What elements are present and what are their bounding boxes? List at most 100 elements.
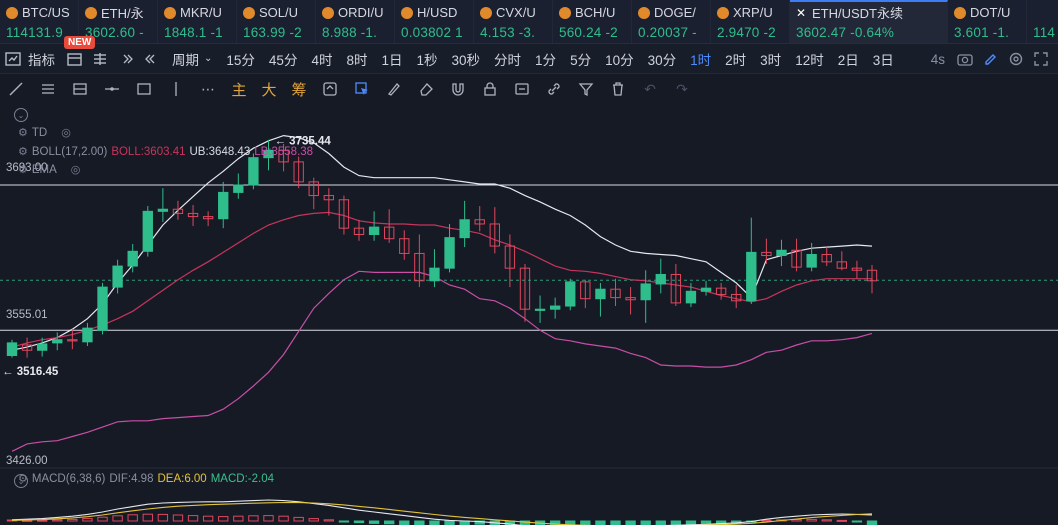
candle-body [112,265,123,288]
ticker-item[interactable]: DOGE/0.20037 - [632,0,711,43]
horizontal-line-icon[interactable] [96,74,128,104]
ticker-symbol: H/USD [417,5,458,20]
interval-13[interactable]: 2时 [718,44,753,74]
trend-line-icon[interactable] [0,74,32,104]
lock-icon[interactable] [474,74,506,104]
undo-icon[interactable]: ↶ [634,74,666,104]
td-label: TD [31,126,48,139]
candle-body [595,288,606,300]
candle-body [685,290,697,304]
macd-bar [368,520,380,524]
ticker-item[interactable]: 114 [1027,0,1058,43]
settings-small-icon[interactable]: ⚙ [18,472,28,485]
zoom-in-icon[interactable] [113,44,139,74]
indicator-button[interactable]: 指标 [26,44,62,74]
boll-name: BOLL(17,2.00) [31,145,108,158]
pencil-icon[interactable] [978,44,1003,74]
collapse-legend-icon[interactable]: ⌄ [14,108,28,122]
parallel-lines-icon[interactable] [32,74,64,104]
large-order-tool[interactable]: 大 [254,74,284,104]
interval-17[interactable]: 3日 [866,44,901,74]
more-icon[interactable]: ⋯ [192,74,224,104]
eraser-icon[interactable] [410,74,442,104]
trash-icon[interactable] [602,74,634,104]
indicator-icon[interactable] [0,44,26,74]
interval-16[interactable]: 2日 [831,44,866,74]
candle-body [565,281,576,307]
ticker-price: 0.03802 1 [401,25,463,40]
hide-drawings-icon[interactable] [506,74,538,104]
settings-small-icon[interactable]: ⚙ [18,145,28,158]
settings-icon[interactable] [1003,44,1029,74]
interval-15[interactable]: 12时 [788,44,831,74]
new-badge: NEW [64,36,96,49]
interval-0[interactable]: 15分 [219,44,262,74]
macd-bar [353,520,365,524]
interval-2[interactable]: 4时 [304,44,339,74]
macd-bar [338,520,350,523]
candle-body [655,273,666,285]
interval-1[interactable]: 45分 [262,44,305,74]
settings-small-icon[interactable]: ⚙ [18,126,28,139]
interval-10[interactable]: 10分 [598,44,641,74]
interval-12[interactable]: 1时 [683,44,718,74]
eye-off-icon[interactable]: ◎ [71,163,81,176]
interval-8[interactable]: 1分 [528,44,563,74]
candle-body [233,184,244,193]
main-toolbar: 指标 周期 ⌄ 15分 45分 4时 8时 1日 1秒 30秒 分时 1分 5分 10分 30分 1时 2… [0,44,1058,74]
fullscreen-icon[interactable] [1029,44,1058,74]
chart-canvas[interactable]: 3693.003555.013426.00← 3735.44← 3516.45 [0,104,1058,525]
interval-6[interactable]: 30秒 [445,44,488,74]
macd-bar [323,519,335,522]
ticker-symbol: CVX/U [496,5,536,20]
ticker-item[interactable]: ORDI/U 8.988 -1. [316,0,395,43]
ticker-item[interactable]: CVX/U 4.153 -3. [474,0,553,43]
macd-bar [97,516,108,522]
filter-icon[interactable] [570,74,602,104]
interval-5[interactable]: 1秒 [410,44,445,74]
redo-icon[interactable]: ↷ [666,74,698,104]
ticker-item[interactable]: SOL/U 163.99 -2 [237,0,316,43]
interval-3[interactable]: 8时 [339,44,374,74]
interval-9[interactable]: 5分 [563,44,598,74]
interval-11[interactable]: 30分 [641,44,684,74]
macd-bar [399,520,410,525]
channel-icon[interactable] [64,74,96,104]
candle-body [82,327,93,343]
magnet-icon[interactable] [442,74,474,104]
ticker-price: 3602.60 - [85,25,144,40]
rectangle-icon[interactable] [128,74,160,104]
ticker-item[interactable]: BCH/U 560.24 -2 [553,0,632,43]
candle-body [218,191,229,220]
interval-list: 15分 45分 4时 8时 1日 1秒 30秒 分时 1分 5分 10分 30分 1时 2时 3时 12时 2日… [219,44,900,74]
macd-bar [218,516,229,522]
main-force-tool[interactable]: 主 [224,74,254,104]
period-dropdown[interactable]: 周期 ⌄ [165,44,219,74]
ticker-item[interactable]: DOT/U 3.601 -1. [948,0,1027,43]
macd-bar [851,520,863,523]
settings-small-icon[interactable]: ⚙ [18,163,28,176]
eye-off-icon[interactable]: ◎ [61,126,71,139]
candlestick-chart[interactable]: 3693.00 3555.01 3426.00 ← 3735.44 ← 3516.45 … [0,104,1058,525]
coin-icon [322,6,334,19]
macd-bar [248,515,259,522]
ticker-item-active[interactable]: ✕ ETH/USDT永续 3602.47 -0.64% [790,0,948,43]
ticker-item[interactable]: MKR/U 1848.1 -1 [158,0,237,43]
interval-14[interactable]: 3时 [753,44,788,74]
brush-icon[interactable] [378,74,410,104]
ticker-item[interactable]: XRP/U 2.9470 -2 [711,0,790,43]
ticker-price: 0.20037 - [638,25,697,40]
ema-label: EMA [31,163,57,176]
interval-7[interactable]: 分时 [487,44,528,74]
price-label-axis: 3426.00 [6,455,48,467]
camera-icon[interactable] [952,44,978,74]
interval-4[interactable]: 1日 [374,44,409,74]
link-icon[interactable] [538,74,570,104]
vertical-line-icon[interactable] [160,74,192,104]
dif-value: DIF:4.98 [109,472,154,485]
ticker-item[interactable]: H/USD 0.03802 1 [395,0,474,43]
chip-tool[interactable]: 筹 [284,74,314,104]
zoom-out-icon[interactable] [139,44,165,74]
cursor-icon[interactable] [346,74,378,104]
sync-icon[interactable] [314,74,346,104]
